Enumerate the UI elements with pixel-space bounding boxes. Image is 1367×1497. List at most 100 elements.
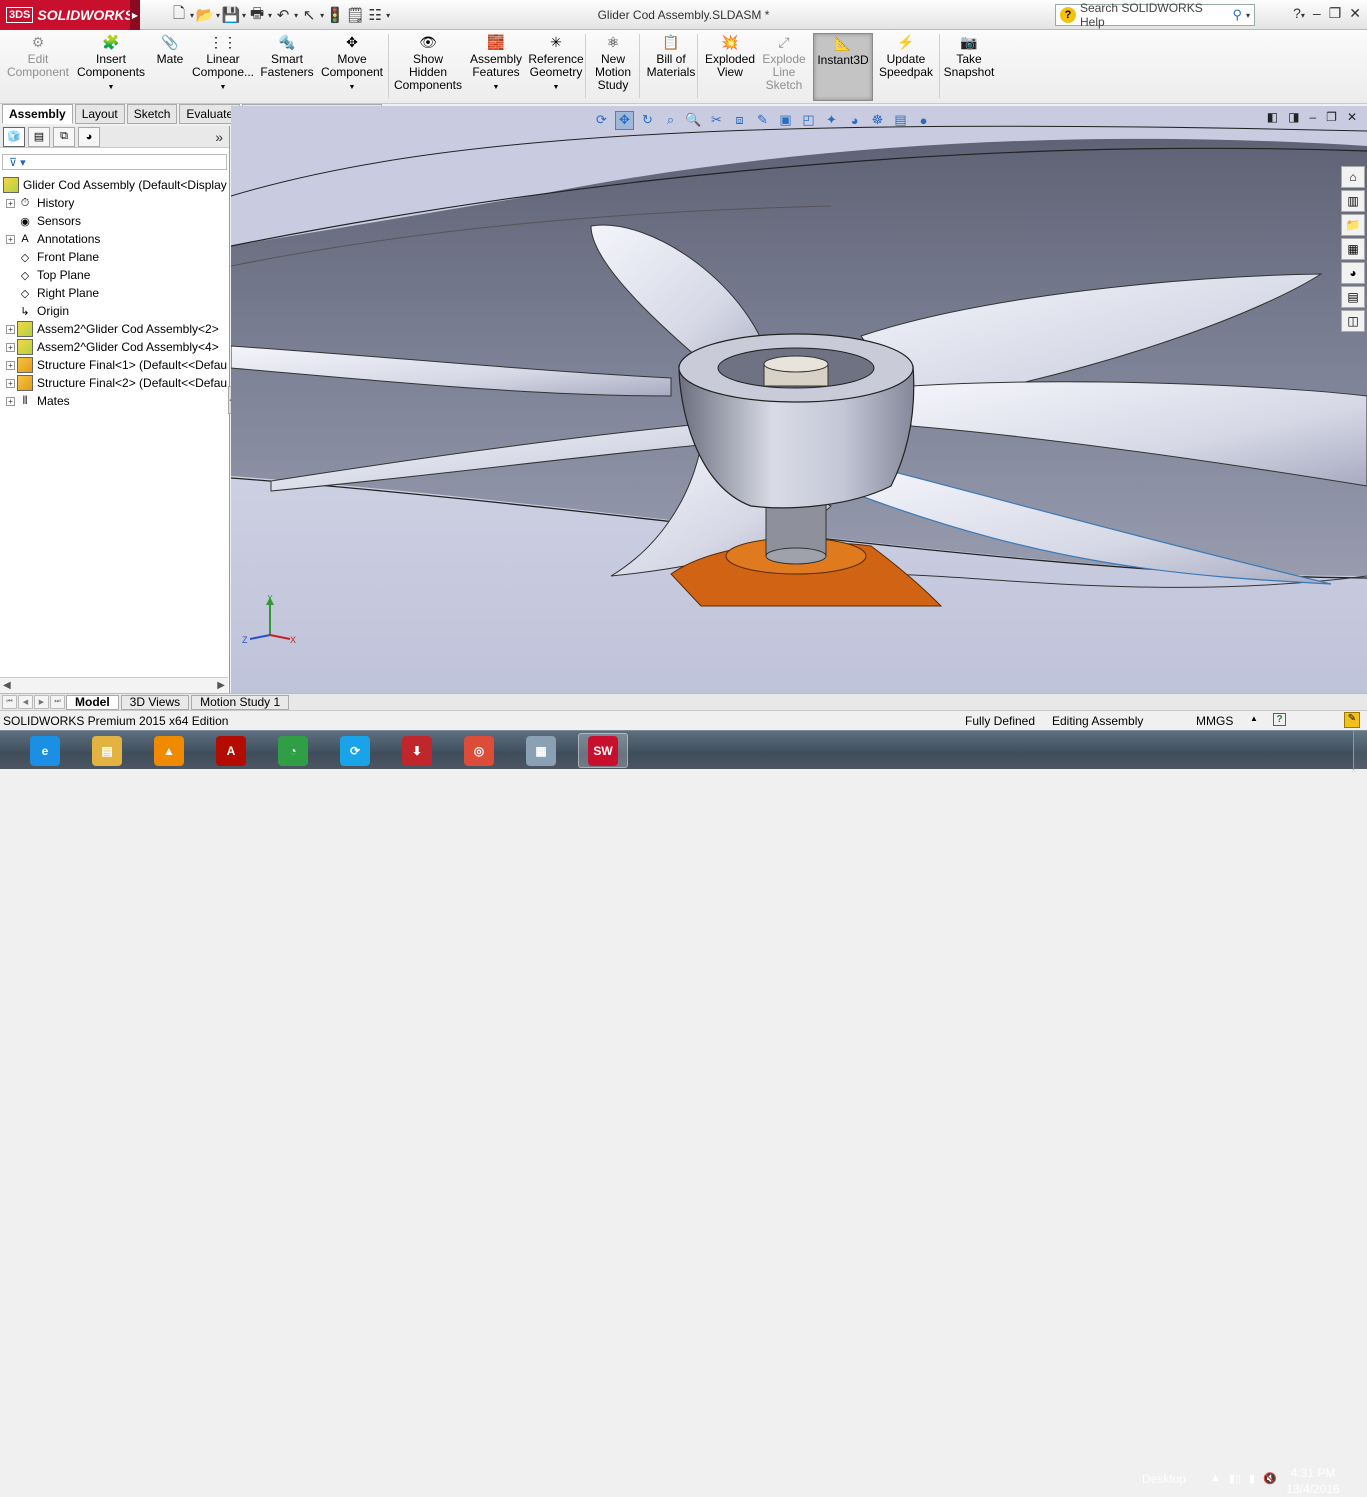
open-folder-icon[interactable]: 📂 (196, 6, 215, 24)
scroll-right-icon[interactable]: ▶ (217, 680, 225, 691)
search-icon[interactable]: ⚲ (1232, 7, 1242, 23)
units-dropdown-icon[interactable]: ▲ (1250, 714, 1258, 723)
tray-expand-icon[interactable]: ▲ (1210, 1472, 1221, 1485)
move-component-button[interactable]: ✥ Move Component ▼ (318, 33, 386, 101)
display-manager-tab-icon[interactable]: ◕ (78, 126, 100, 147)
network-icon[interactable]: ▮ (1249, 1472, 1255, 1485)
tab-sketch[interactable]: Sketch (126, 104, 178, 124)
edit-component-button[interactable]: ⚙ Edit Component (4, 33, 72, 101)
select-pointer-dropdown-icon[interactable]: ▾ (320, 11, 324, 20)
expand-icon[interactable]: + (6, 198, 15, 208)
solidworks-logo[interactable]: 3DS SOLIDWORKS (0, 0, 134, 30)
tree-item[interactable]: + ⫴ Mates (0, 392, 229, 410)
viewport-restore-icon[interactable]: ❐ (1326, 110, 1337, 124)
search-dropdown-icon[interactable]: ▾ (1246, 11, 1250, 20)
viewport-next-icon[interactable]: ◨ (1288, 110, 1299, 124)
rotate-icon[interactable]: ↻ (638, 111, 657, 130)
desktop-toolbar-label[interactable]: Desktop (1142, 1472, 1186, 1486)
display-style-icon[interactable]: ✎ (753, 111, 772, 130)
rotate-view-icon[interactable]: ⟳ (592, 111, 611, 130)
expand-panel-icon[interactable]: » (215, 129, 223, 145)
tree-item[interactable]: + Structure Final<2> (Default<<Defau (0, 374, 229, 392)
render-tools-icon[interactable]: ☸ (868, 111, 887, 130)
edit-appearance-icon[interactable]: ◰ (799, 111, 818, 130)
tree-root-assembly[interactable]: Glider Cod Assembly (Default<Display (0, 176, 229, 194)
tree-item[interactable]: + A Annotations (0, 230, 229, 248)
tree-item[interactable]: + ⏱ History (0, 194, 229, 212)
feature-tree-tab-icon[interactable]: 🧊 (3, 126, 25, 147)
tree-item[interactable]: ◉ Sensors (0, 212, 229, 230)
pan-icon[interactable]: ✥ (615, 110, 634, 130)
tree-item[interactable]: + Assem2^Glider Cod Assembly<2> (0, 320, 229, 338)
show-hidden-components-button[interactable]: 👁 Show Hidden Components (392, 33, 464, 101)
rebuild-status-icon[interactable]: ✎ (1344, 712, 1360, 728)
close-button[interactable]: ✕ (1349, 5, 1361, 22)
volume-muted-icon[interactable]: 🔇 (1263, 1472, 1277, 1485)
property-manager-tab-icon[interactable]: ▤ (28, 126, 50, 147)
acrobat-taskbar-button[interactable]: A (206, 733, 256, 768)
tree-item[interactable]: ◇ Top Plane (0, 266, 229, 284)
prev-tab-icon[interactable]: ◀ (18, 694, 33, 709)
viewport-close-icon[interactable]: ✕ (1347, 110, 1357, 124)
app-green-taskbar-button[interactable]: ◔ (268, 733, 318, 768)
hide-show-items-icon[interactable]: ▣ (776, 111, 795, 130)
explode-line-sketch-button[interactable]: ⤢ Explode Line Sketch (757, 33, 811, 101)
appearances-icon[interactable]: ◕ (1341, 262, 1365, 284)
chrome-taskbar-button[interactable]: ◎ (454, 733, 504, 768)
reference-geometry-button[interactable]: ✳ Reference Geometry ▼ (524, 33, 588, 101)
home-icon[interactable]: ⌂ (1341, 166, 1365, 188)
viewport-prev-icon[interactable]: ◧ (1267, 110, 1278, 124)
downloader-taskbar-button[interactable]: ⬇ (392, 733, 442, 768)
assembly-features-button[interactable]: 🧱 Assembly Features ▼ (467, 33, 525, 101)
bottom-tab-model[interactable]: Model (66, 694, 119, 710)
scroll-left-icon[interactable]: ◀ (3, 680, 11, 691)
zoom-to-fit-icon[interactable]: ⌕ (661, 111, 680, 130)
chevron-down-icon[interactable]: ▼ (493, 81, 500, 94)
tree-item[interactable]: + Structure Final<1> (Default<<Defau (0, 356, 229, 374)
next-tab-icon[interactable]: ▶ (34, 694, 49, 709)
viewport-minimize-icon[interactable]: – (1309, 110, 1316, 124)
help-menu-icon[interactable]: ?▾ (1293, 5, 1305, 22)
bottom-tab-motion-study-1[interactable]: Motion Study 1 (191, 694, 290, 710)
rebuild-icon[interactable]: 🚦 (326, 6, 345, 24)
unit-system-selector[interactable]: MMGS (1196, 714, 1233, 728)
new-document-icon[interactable]: 🗋 (170, 5, 188, 24)
last-tab-icon[interactable]: ⏭ (50, 694, 65, 709)
zoom-area-icon[interactable]: 🔍 (684, 111, 703, 130)
options-dropdown-icon[interactable]: ▾ (386, 11, 390, 20)
print-icon[interactable]: 🖶 (248, 5, 266, 24)
tab-layout[interactable]: Layout (74, 104, 125, 124)
solidworks-taskbar-taskbar-button[interactable]: SW (578, 733, 628, 768)
tab-assembly[interactable]: Assembly (2, 104, 73, 124)
instant3d-button[interactable]: 📐 Instant3D (813, 33, 873, 101)
expand-icon[interactable]: + (6, 324, 15, 334)
restore-button[interactable]: ❐ (1329, 5, 1342, 22)
expand-icon[interactable]: + (6, 378, 15, 388)
graphics-area[interactable] (231, 106, 1367, 693)
power-icon[interactable]: ▮▯ (1229, 1472, 1241, 1485)
file-explorer-taskbar-button[interactable]: ▤ (82, 733, 132, 768)
design-library-icon[interactable]: ▥ (1341, 190, 1365, 212)
print-dropdown-icon[interactable]: ▾ (268, 11, 272, 20)
solidworks-forum-icon[interactable]: ◫ (1341, 310, 1365, 332)
undo-dropdown-icon[interactable]: ▾ (294, 11, 298, 20)
vlc-taskbar-button[interactable]: ▲ (144, 733, 194, 768)
minimize-button[interactable]: – (1313, 5, 1321, 22)
save-dropdown-icon[interactable]: ▾ (242, 11, 246, 20)
expand-icon[interactable]: + (6, 342, 15, 352)
configuration-manager-tab-icon[interactable]: ⧉ (53, 126, 75, 147)
menu-expand-arrow-icon[interactable]: ▶ (130, 0, 140, 30)
open-folder-dropdown-icon[interactable]: ▾ (216, 11, 220, 20)
taskbar-clock[interactable]: 4:31 PM 13/4/2016 (1283, 1465, 1343, 1497)
show-desktop-button[interactable] (1353, 731, 1367, 770)
save-icon[interactable]: 💾 (222, 6, 241, 24)
shareit-taskbar-button[interactable]: ⟳ (330, 733, 380, 768)
expand-icon[interactable]: + (6, 396, 15, 406)
chevron-down-icon[interactable]: ▼ (108, 81, 115, 94)
tree-item[interactable]: + Assem2^Glider Cod Assembly<4> (0, 338, 229, 356)
update-speedpak-button[interactable]: ⚡ Update Speedpak (877, 33, 935, 101)
first-tab-icon[interactable]: ⏮ (2, 694, 17, 709)
undo-icon[interactable]: ↶ (274, 6, 292, 24)
expand-icon[interactable]: + (6, 234, 15, 244)
exploded-view-button[interactable]: 💥 Exploded View (702, 33, 758, 101)
